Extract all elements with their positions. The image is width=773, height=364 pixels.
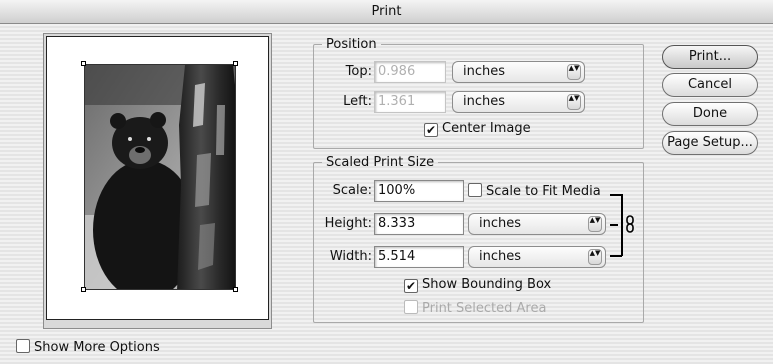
width-field[interactable]: 5.514 xyxy=(374,246,464,268)
page-setup-button[interactable]: Page Setup... xyxy=(662,131,758,155)
preview-paper xyxy=(46,36,269,320)
left-unit-value: inches xyxy=(463,94,506,109)
print-preview-area xyxy=(43,33,272,329)
scaled-print-size-legend: Scaled Print Size xyxy=(326,155,435,170)
chevron-up-down-icon: ▲▼ xyxy=(588,249,602,265)
show-more-options-label: Show More Options xyxy=(34,340,160,355)
scale-to-fit-media-label: Scale to Fit Media xyxy=(486,184,601,199)
show-more-options-checkbox[interactable]: Show More Options xyxy=(16,339,160,357)
top-label: Top: xyxy=(345,64,372,79)
bounding-box-handle-bottom-left[interactable] xyxy=(81,287,86,292)
preview-image[interactable] xyxy=(84,64,236,290)
window-title-bar: Print xyxy=(0,0,773,24)
height-unit-select[interactable]: inches ▲▼ xyxy=(468,213,606,235)
show-bounding-box-checkbox[interactable]: ✔ Show Bounding Box xyxy=(404,277,551,295)
width-label: Width: xyxy=(329,249,372,264)
left-unit-select[interactable]: inches ▲▼ xyxy=(452,91,585,113)
print-selected-area-label: Print Selected Area xyxy=(422,301,547,316)
scale-label: Scale: xyxy=(332,183,372,198)
link-bracket-middle xyxy=(610,224,618,226)
link-bracket-bottom xyxy=(610,255,622,257)
chevron-up-down-icon: ▲▼ xyxy=(567,64,581,80)
checkmark-icon: ✔ xyxy=(404,279,418,293)
left-label: Left: xyxy=(343,94,372,109)
cancel-button[interactable]: Cancel xyxy=(662,73,758,97)
bear-photo-image xyxy=(85,65,235,289)
top-field[interactable]: 0.986 xyxy=(374,61,446,83)
left-field[interactable]: 1.361 xyxy=(374,91,446,113)
window-title: Print xyxy=(371,4,402,19)
scale-field[interactable]: 100% xyxy=(374,180,464,202)
chevron-up-down-icon: ▲▼ xyxy=(588,216,602,232)
width-unit-value: inches xyxy=(479,249,522,264)
scale-to-fit-media-checkbox[interactable]: Scale to Fit Media xyxy=(468,183,601,201)
top-unit-value: inches xyxy=(463,64,506,79)
done-button[interactable]: Done xyxy=(662,102,758,126)
chevron-up-down-icon: ▲▼ xyxy=(567,94,581,110)
print-button[interactable]: Print... xyxy=(662,45,758,69)
link-bracket-vertical xyxy=(621,194,623,256)
show-bounding-box-label: Show Bounding Box xyxy=(422,277,552,292)
position-legend: Position xyxy=(326,37,377,52)
center-image-label: Center Image xyxy=(442,121,531,136)
width-unit-select[interactable]: inches ▲▼ xyxy=(468,246,606,268)
bounding-box-handle-bottom-right[interactable] xyxy=(233,287,238,292)
print-selected-area-checkbox[interactable]: Print Selected Area xyxy=(404,300,546,318)
bounding-box-handle-top-right[interactable] xyxy=(233,61,238,66)
top-unit-select[interactable]: inches ▲▼ xyxy=(452,61,585,83)
checkmark-icon: ✔ xyxy=(424,123,438,137)
height-unit-value: inches xyxy=(479,216,522,231)
center-image-checkbox[interactable]: ✔ Center Image xyxy=(424,121,531,139)
bounding-box-handle-top-left[interactable] xyxy=(81,61,86,66)
link-icon xyxy=(624,215,636,233)
height-label: Height: xyxy=(324,216,372,231)
height-field[interactable]: 8.333 xyxy=(374,213,464,235)
